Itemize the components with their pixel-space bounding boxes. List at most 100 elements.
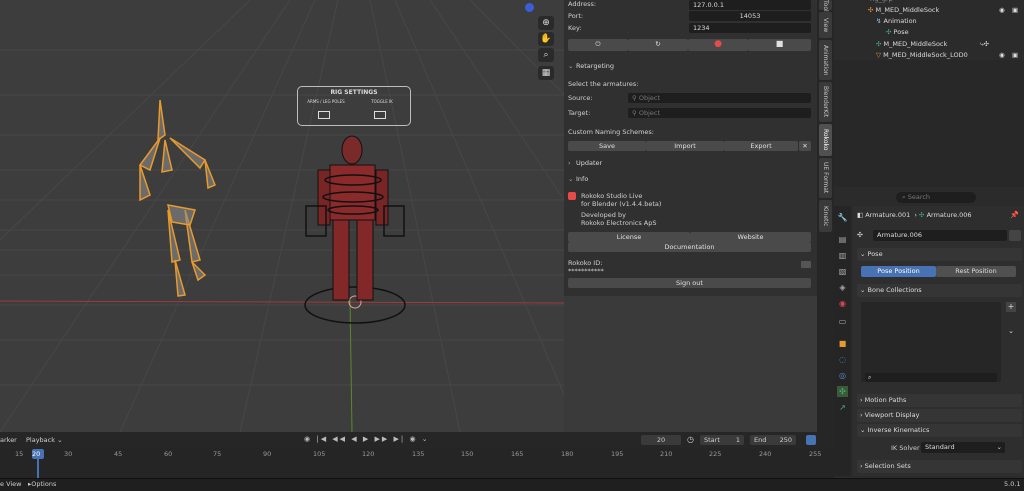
connect-icon[interactable]: ⏻	[568, 39, 628, 51]
render-icon[interactable]: ▤	[837, 234, 848, 245]
pin-icon[interactable]: 📌	[1010, 211, 1019, 219]
documentation-button[interactable]: Documentation	[568, 242, 811, 252]
website-button[interactable]: Website	[690, 232, 811, 242]
inverse-kinematics-label: Inverse Kinematics	[867, 426, 930, 434]
port-label: Port:	[568, 12, 584, 20]
license-button[interactable]: License	[568, 232, 690, 242]
tool-icon[interactable]: 🔧	[837, 212, 848, 223]
armature-data-icon: ✣	[876, 40, 882, 48]
tab-kinetic[interactable]: Kinetic	[819, 200, 832, 232]
bone-collections-filter[interactable]: ⌕	[865, 373, 997, 382]
playback-label: Playback	[26, 436, 56, 444]
timeline[interactable]: 15 20 30 45 60 75 90 105 120 135 150 165 180 195 210 22…	[0, 448, 834, 478]
3d-viewport[interactable]: RIG SETTINGS ARMS / LEG POLES TOGGLE IK …	[0, 0, 564, 432]
constraint-icon[interactable]: ◎	[837, 370, 848, 381]
refresh-icon[interactable]: ↻	[628, 39, 688, 51]
output-icon[interactable]: ▥	[837, 250, 848, 261]
current-frame-field[interactable]: 20	[641, 435, 681, 445]
save-button[interactable]: Save	[568, 141, 646, 151]
key-field[interactable]: 1234	[689, 23, 811, 33]
updater-section[interactable]: › Updater	[568, 159, 602, 167]
mesh-icon: ▽	[876, 51, 881, 59]
inverse-kinematics-section[interactable]: ⌄ Inverse Kinematics	[857, 424, 1022, 437]
outliner-row[interactable]: ↯ Animation	[834, 16, 1024, 27]
bone-collections-section[interactable]: ⌄ Bone Collections	[857, 284, 1022, 297]
armature-name-field[interactable]: Armature.006	[873, 230, 1007, 241]
pose-position-button[interactable]: Pose Position	[861, 266, 936, 277]
search-input[interactable]: ⌕ Search	[896, 192, 976, 203]
studio-line2: for Blender (v1.4.4.beta)	[581, 200, 662, 208]
tab-ue-format[interactable]: UE Format	[819, 158, 832, 198]
timeline-tick: 225	[709, 450, 722, 458]
scene-icon[interactable]: ◈	[837, 282, 848, 293]
gizmo-z-icon[interactable]	[525, 3, 534, 12]
timeline-tick: 45	[114, 450, 123, 458]
skeleton-orange[interactable]	[138, 99, 216, 297]
outliner-row[interactable]: ✣ Pose	[834, 27, 1024, 38]
view-menu[interactable]: e View	[0, 480, 22, 488]
address-field[interactable]: 127.0.0.1	[689, 0, 811, 10]
armature-data-icon[interactable]: ✣	[837, 386, 848, 397]
clock-icon[interactable]: ◷	[687, 435, 694, 444]
filter-icon[interactable]	[806, 435, 816, 445]
start-value: 1	[735, 436, 740, 444]
retargeting-section[interactable]: ⌄ Retargeting	[568, 62, 614, 70]
viewport-display-section[interactable]: › Viewport Display	[857, 409, 1022, 422]
view-layer-icon[interactable]: ▧	[837, 266, 848, 277]
close-icon[interactable]: ✕	[799, 141, 811, 151]
bone-collections-list[interactable]	[861, 302, 1001, 382]
eye-icon[interactable]: ◉	[999, 5, 1005, 16]
import-button[interactable]: Import	[646, 141, 724, 151]
outliner-row[interactable]: ✣ M_MED_MiddleSock ⤷✣	[834, 39, 1024, 50]
source-object-field[interactable]: ⚲ Object	[628, 93, 811, 103]
modifier-icon[interactable]: ◌	[837, 354, 848, 365]
ik-solver-value: Standard	[925, 443, 955, 451]
fake-user-icon[interactable]	[1009, 230, 1021, 241]
addon-empty-area	[564, 296, 817, 432]
viewport-grid	[0, 0, 564, 432]
motion-paths-section[interactable]: › Motion Paths	[857, 394, 1022, 407]
chevron-down-icon: ⌄	[996, 443, 1002, 451]
target-object-field[interactable]: ⚲ Object	[628, 108, 811, 118]
stop-icon[interactable]: ■	[748, 39, 811, 51]
outliner-label: M_MED_MiddleSock_LOD0	[883, 51, 968, 59]
pose-icon: ✣	[886, 28, 892, 36]
ik-toggle[interactable]	[374, 111, 386, 119]
playback-menu[interactable]: Playback ⌄	[26, 436, 63, 444]
rest-position-button[interactable]: Rest Position	[936, 266, 1016, 277]
chevron-down-icon[interactable]: ⌄	[1006, 326, 1016, 336]
tab-animation[interactable]: Animation	[819, 40, 832, 80]
tab-blenderkit[interactable]: BlenderKit	[819, 82, 832, 122]
end-frame-field[interactable]: End 250	[750, 435, 796, 445]
selection-sets-section[interactable]: › Selection Sets	[857, 460, 1022, 473]
outliner-row[interactable]: ✣ M_MED_MiddleSock ◉ ▣	[834, 5, 1024, 16]
pose-section-label: Pose	[867, 250, 883, 258]
port-field[interactable]: 14053	[689, 11, 811, 21]
camera-icon[interactable]: ⌕	[538, 48, 554, 62]
world-icon[interactable]: ◉	[837, 298, 848, 309]
bone-icon[interactable]: ↗	[837, 402, 848, 413]
add-icon[interactable]: +	[1006, 302, 1016, 312]
record-icon[interactable]: ●	[688, 39, 748, 51]
timeline-tick: 195	[611, 450, 624, 458]
export-button[interactable]: Export	[724, 141, 798, 151]
options-menu[interactable]: ▸Options	[28, 480, 56, 488]
object-icon[interactable]: ■	[837, 338, 848, 349]
marker-menu[interactable]: arker	[0, 436, 17, 444]
poles-toggle[interactable]	[318, 111, 330, 119]
collection-icon[interactable]: ▭	[837, 316, 848, 327]
camera-icon[interactable]: ▣	[1012, 5, 1018, 16]
pose-section[interactable]: ⌄ Pose	[857, 248, 1022, 261]
tab-rokoko[interactable]: Rokoko	[819, 124, 832, 156]
grid-view-icon[interactable]: ▦	[538, 66, 554, 80]
tab-view[interactable]: View	[819, 12, 832, 38]
sign-out-button[interactable]: Sign out	[568, 278, 811, 288]
hand-pan-icon[interactable]: ✋	[538, 32, 554, 46]
info-section[interactable]: ⌄ Info	[568, 175, 588, 183]
email-icon	[801, 261, 811, 268]
ik-solver-select[interactable]: Standard ⌄	[921, 442, 1005, 453]
zoom-icon[interactable]: ⊕	[538, 16, 554, 30]
playback-controls[interactable]: ◉ |◀ ◀◀ ◀ ▶ ▶▶ ▶| ◉ ⌄	[304, 435, 430, 443]
tab-tool[interactable]: Tool	[819, 0, 832, 12]
start-frame-field[interactable]: Start 1	[700, 435, 744, 445]
